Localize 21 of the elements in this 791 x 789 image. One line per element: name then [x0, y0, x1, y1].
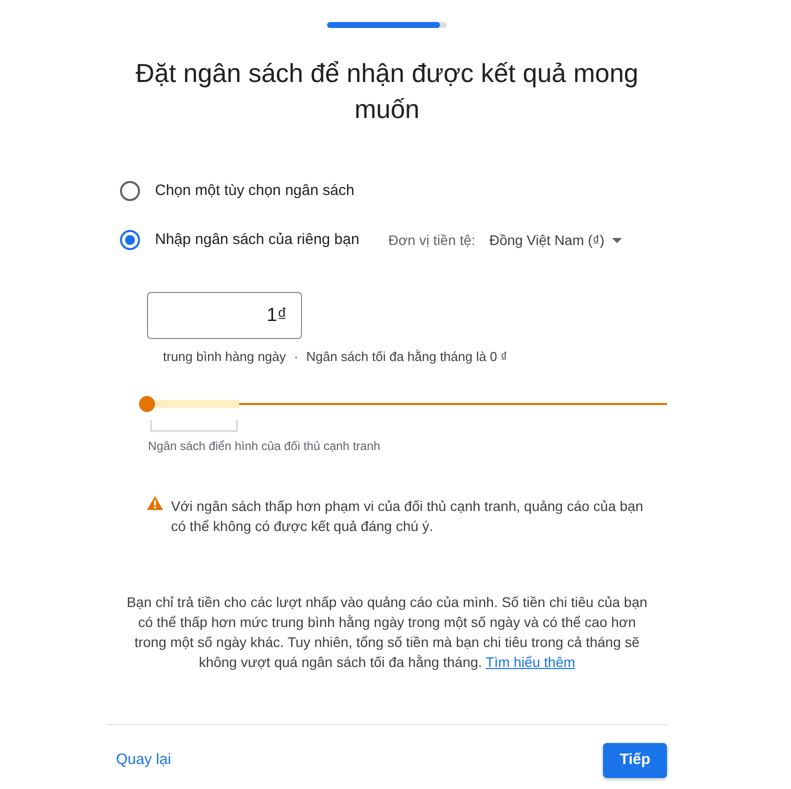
competitor-range-label: Ngân sách điển hình của đối thủ cạnh tranh: [148, 438, 380, 454]
learn-more-link[interactable]: Tìm hiểu thêm: [486, 654, 576, 670]
option-label[interactable]: Nhập ngân sách của riêng bạn: [155, 228, 360, 252]
slider-thumb[interactable]: [139, 396, 155, 412]
radio-button[interactable]: [120, 181, 140, 201]
option-label[interactable]: Chọn một tùy chọn ngân sách: [155, 180, 354, 202]
caret-icon: [612, 238, 622, 242]
page-title: Đặt ngân sách để nhận được kết quả mong muốn: [134, 57, 640, 126]
billing-info-text: Bạn chỉ trả tiền cho các lượt nhấp vào quảng cáo của mình. Số tiền chi tiêu của bạn có thể thấp hơn mức trung bình hằng ngày trong một số ngày và có thể cao hơn trong một số ngày khác. Tuy nhiên, tổng số tiền mà bạn chi tiêu trong cả tháng sẽ không vượt quá ngân sách tối đa hằng tháng. Tìm hiểu thêm: [126, 593, 648, 672]
next-button[interactable]: Tiếp: [603, 742, 667, 778]
currency-label: Đơn vị tiền tệ:: [388, 230, 476, 250]
radio-button[interactable]: [120, 230, 140, 250]
warning-icon: [147, 496, 163, 510]
currency-dropdown[interactable]: Đồng Việt Nam (₫): [489, 230, 622, 250]
monthly-max-text: Ngân sách tối đa hằng tháng là 0 ₫: [306, 348, 508, 366]
separator-dot: ·: [294, 348, 298, 366]
warning-text: Với ngân sách thấp hơn phạm vi của đối thủ cạnh tranh, quảng cáo của bạn có thể không có được kết quả đáng chú ý.: [171, 497, 644, 536]
daily-average-label: trung bình hàng ngày: [163, 348, 286, 366]
back-button[interactable]: Quay lại: [107, 741, 180, 780]
budget-slider-track[interactable]: [139, 396, 667, 412]
budget-input-field[interactable]: 1₫: [147, 292, 302, 339]
